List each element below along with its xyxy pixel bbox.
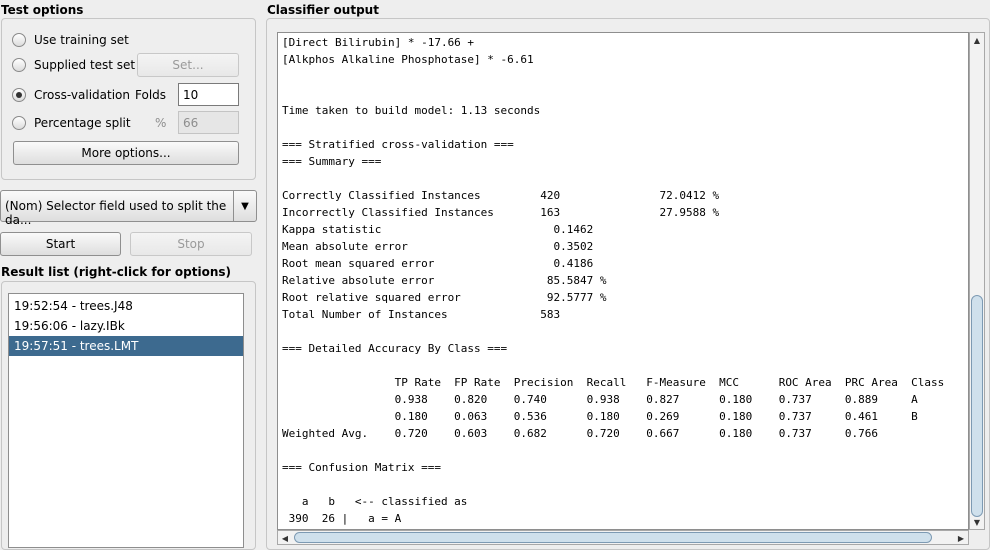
percentage-split-option[interactable]: Percentage split	[12, 113, 131, 133]
set-test-set-button[interactable]: Set...	[137, 53, 239, 77]
scroll-right-arrow-icon[interactable]: ▶	[954, 531, 968, 545]
result-list-item[interactable]: 19:52:54 - trees.J48	[9, 296, 243, 316]
result-list-item[interactable]: 19:56:06 - lazy.IBk	[9, 316, 243, 336]
classifier-output-title: Classifier output	[267, 3, 379, 17]
vertical-scrollbar[interactable]: ▲ ▼	[969, 32, 985, 530]
percentage-split-radio[interactable]	[12, 116, 26, 130]
cross-validation-label: Cross-validation	[34, 88, 130, 102]
supplied-test-set-option[interactable]: Supplied test set	[12, 55, 135, 75]
use-training-set-label: Use training set	[34, 33, 129, 47]
result-list: 19:52:54 - trees.J48 19:56:06 - lazy.IBk…	[8, 293, 244, 548]
dropdown-arrow-icon[interactable]: ▼	[233, 191, 256, 221]
classifier-output-text: [Direct Bilirubin] * -17.66 + [Alkphos A…	[282, 36, 945, 525]
scroll-left-arrow-icon[interactable]: ◀	[278, 531, 292, 545]
class-selector-value: (Nom) Selector field used to split the d…	[5, 199, 227, 227]
vertical-scroll-thumb[interactable]	[971, 295, 983, 517]
class-selector-dropdown[interactable]: (Nom) Selector field used to split the d…	[0, 190, 257, 227]
folds-label: Folds	[135, 88, 167, 102]
more-options-button[interactable]: More options...	[13, 141, 239, 165]
cross-validation-option[interactable]: Cross-validation	[12, 85, 130, 105]
classifier-output-textarea[interactable]: [Direct Bilirubin] * -17.66 + [Alkphos A…	[277, 32, 969, 530]
supplied-test-set-radio[interactable]	[12, 58, 26, 72]
use-training-set-option[interactable]: Use training set	[12, 30, 129, 50]
supplied-test-set-label: Supplied test set	[34, 58, 136, 72]
folds-input[interactable]: 10	[178, 83, 239, 106]
cross-validation-radio[interactable]	[12, 88, 26, 102]
percentage-split-label: Percentage split	[34, 116, 131, 130]
scroll-down-arrow-icon[interactable]: ▼	[970, 515, 984, 529]
horizontal-scrollbar[interactable]: ◀ ▶	[277, 530, 969, 545]
use-training-set-radio[interactable]	[12, 33, 26, 47]
scroll-up-arrow-icon[interactable]: ▲	[970, 33, 984, 47]
stop-button[interactable]: Stop	[130, 232, 252, 256]
horizontal-scroll-thumb[interactable]	[294, 532, 932, 543]
percent-symbol: %	[155, 116, 167, 130]
result-list-item-selected[interactable]: 19:57:51 - trees.LMT	[9, 336, 243, 356]
start-button[interactable]: Start	[0, 232, 121, 256]
result-list-title: Result list (right-click for options)	[1, 265, 232, 279]
test-options-title: Test options	[1, 3, 84, 17]
percentage-split-input[interactable]: 66	[178, 111, 239, 134]
